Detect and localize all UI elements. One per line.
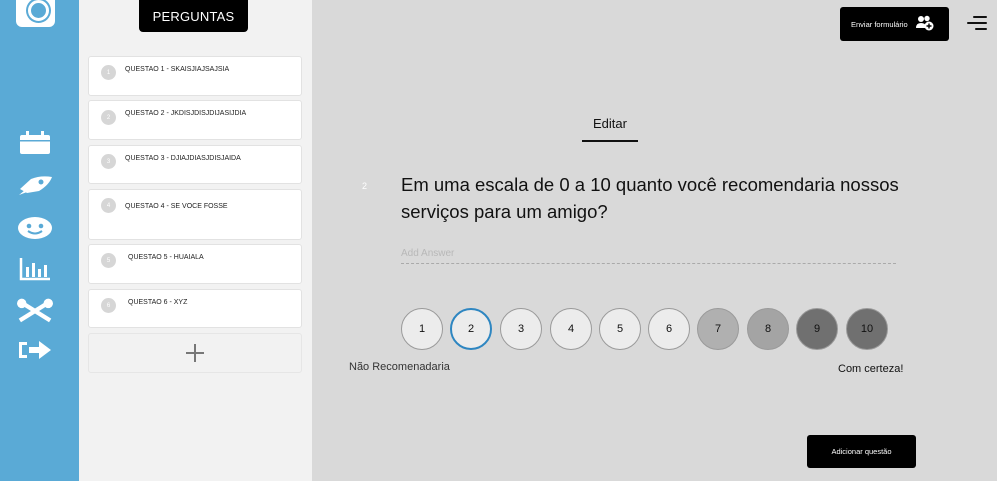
plus-icon [186, 344, 204, 362]
question-number-badge: 3 [101, 154, 116, 169]
add-people-icon [915, 15, 934, 33]
rating-option-3[interactable]: 3 [500, 308, 542, 350]
question-card[interactable]: 3 QUESTAO 3 - DJIAJDIASJDISJAIDA [88, 145, 302, 184]
tools-icon[interactable] [17, 298, 53, 324]
rating-option-2[interactable]: 2 [450, 308, 492, 350]
rocket-icon[interactable] [17, 172, 53, 198]
question-number-badge: 2 [101, 110, 116, 125]
logout-arrow-icon[interactable] [17, 337, 53, 363]
scale-low-label: Não Recomenadaria [349, 361, 450, 373]
question-label: QUESTAO 1 - SKAISJIAJSAJSIA [125, 66, 230, 73]
question-number: 2 [362, 181, 368, 191]
question-label: QUESTAO 5 - HUAIALA [128, 254, 204, 261]
question-list-panel: PERGUNTAS 1 QUESTAO 1 - SKAISJIAJSAJSIA … [79, 0, 312, 481]
answer-input[interactable] [401, 244, 896, 264]
question-number-badge: 6 [101, 298, 116, 313]
rating-option-10[interactable]: 10 [846, 308, 888, 350]
rating-option-9[interactable]: 9 [796, 308, 838, 350]
smiley-icon[interactable] [17, 215, 53, 241]
question-card[interactable]: 4 QUESTAO 4 - SE VOCE FOSSE [88, 189, 302, 240]
menu-icon[interactable] [965, 14, 989, 32]
rating-option-1[interactable]: 1 [401, 308, 443, 350]
app-logo-icon[interactable] [16, 0, 55, 27]
question-card[interactable]: 6 QUESTAO 6 - XYZ [88, 289, 302, 328]
question-card[interactable]: 2 QUESTAO 2 - JKDISJDISJDIJASIJDIA [88, 100, 302, 140]
question-number-badge: 1 [101, 65, 116, 80]
send-form-label: Enviar formulário [851, 19, 908, 29]
rating-option-8[interactable]: 8 [747, 308, 789, 350]
rating-option-5[interactable]: 5 [599, 308, 641, 350]
bar-chart-icon[interactable] [17, 256, 53, 282]
question-card[interactable]: 1 QUESTAO 1 - SKAISJIAJSAJSIA [88, 56, 302, 96]
question-number-badge: 4 [101, 198, 116, 213]
tab-edit[interactable]: Editar [582, 116, 638, 142]
question-label: QUESTAO 6 - XYZ [128, 299, 188, 306]
rating-option-4[interactable]: 4 [550, 308, 592, 350]
question-label: QUESTAO 4 - SE VOCE FOSSE [125, 203, 228, 210]
add-question-button[interactable]: Adicionar questão [807, 435, 916, 468]
nav-rail [0, 0, 79, 481]
questions-header: PERGUNTAS [139, 0, 248, 32]
question-number-badge: 5 [101, 253, 116, 268]
add-question-card[interactable] [88, 333, 302, 373]
send-form-button[interactable]: Enviar formulário [840, 7, 949, 41]
calendar-icon[interactable] [17, 130, 53, 156]
rating-scale: 1 2 3 4 5 6 7 8 9 10 [401, 308, 901, 352]
rating-option-6[interactable]: 6 [648, 308, 690, 350]
rating-option-7[interactable]: 7 [697, 308, 739, 350]
question-label: QUESTAO 3 - DJIAJDIASJDISJAIDA [125, 155, 241, 162]
scale-high-label: Com certeza! [838, 363, 904, 375]
question-text[interactable]: Em uma escala de 0 a 10 quanto você reco… [401, 171, 901, 225]
question-label: QUESTAO 2 - JKDISJDISJDIJASIJDIA [125, 110, 247, 117]
question-card[interactable]: 5 QUESTAO 5 - HUAIALA [88, 244, 302, 284]
